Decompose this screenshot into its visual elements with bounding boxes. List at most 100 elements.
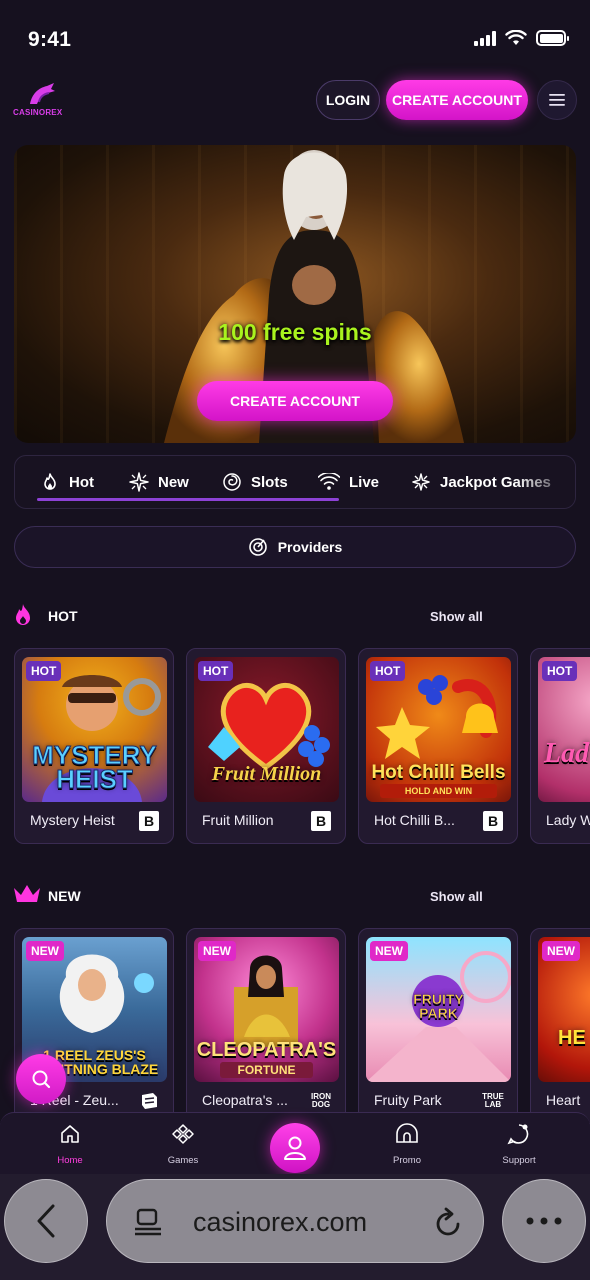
hero-title: 100 free spins (218, 319, 372, 345)
provider-logo: IRON DOG (311, 1092, 331, 1109)
hamburger-icon (549, 94, 565, 106)
game-card-lady-w[interactable]: HOT Lad Lady W (530, 648, 590, 844)
game-art-title: Fruit Million (211, 763, 322, 785)
url-text: casinorex.com (193, 1207, 368, 1237)
game-name: Lady W (546, 812, 590, 828)
hot-badge: HOT (370, 661, 406, 681)
provider-logo: B (311, 811, 331, 831)
menu-button[interactable] (537, 80, 577, 120)
tab-hot-label: Hot (69, 473, 94, 491)
hot-show-all-link[interactable]: Show all (430, 609, 483, 624)
new-badge: NEW (542, 941, 580, 961)
status-bar: 9:41 (0, 0, 590, 78)
hot-flame-icon (16, 604, 30, 625)
crown-icon (14, 885, 40, 902)
game-thumbnail: HOT Hot Chilli Bells HOLD AND WIN (366, 657, 511, 802)
nav-home-label: Home (57, 1155, 83, 1166)
tab-live-label: Live (349, 473, 380, 491)
provider-logo: B (139, 811, 159, 831)
new-badge: NEW (198, 941, 236, 961)
dragon-logo-icon (30, 83, 55, 104)
active-tab-indicator (37, 498, 339, 501)
casinorex-logo[interactable]: CASINOREX (13, 82, 75, 120)
new-badge: NEW (26, 941, 64, 961)
search-icon (32, 1070, 51, 1089)
sparkle-icon (129, 472, 149, 492)
nav-home[interactable]: Home (30, 1123, 110, 1166)
wifi-status-icon (505, 30, 527, 45)
game-thumbnail: NEW HE (538, 937, 590, 1082)
nav-support-label: Support (502, 1155, 536, 1166)
providers-button[interactable]: Providers (14, 526, 576, 568)
new-section-header: NEW Show all (12, 882, 582, 912)
nav-support[interactable]: Support (479, 1123, 559, 1166)
nav-promo[interactable]: Promo (367, 1123, 447, 1166)
cellular-signal-icon (474, 30, 496, 46)
nav-account-button[interactable] (270, 1123, 320, 1173)
site-header: CASINOREX LOGIN CREATE ACCOUNT (0, 78, 590, 122)
hot-badge: HOT (542, 661, 578, 681)
hot-badge: HOT (198, 661, 234, 681)
game-art-subtitle: HOLD AND WIN (380, 784, 497, 798)
game-art-title: Lad (544, 738, 590, 770)
flame-icon (44, 473, 56, 490)
provider-logo: TRUE LAB (482, 1092, 504, 1109)
hot-badge: HOT (26, 661, 62, 681)
more-icon (526, 1217, 562, 1225)
chevron-left-icon (37, 1204, 55, 1238)
star-burst-icon (412, 473, 430, 491)
game-name: Mystery Heist (30, 812, 115, 828)
game-card-fruit-million[interactable]: HOT Fruit Million Fruit Million B (186, 648, 346, 844)
spiral-icon (223, 473, 241, 491)
game-art-title: Hot Chilli Bells (371, 761, 506, 783)
game-thumbnail: HOT Lad (538, 657, 590, 802)
nav-games[interactable]: Games (143, 1123, 223, 1166)
nav-games-label: Games (167, 1155, 199, 1166)
game-card-heart[interactable]: NEW HE Heart (530, 928, 590, 1124)
battery-icon (536, 30, 569, 46)
game-art-subtitle: FORTUNE (220, 1062, 313, 1078)
search-button[interactable] (16, 1054, 66, 1104)
game-thumbnail: NEW FRUITY PARK (366, 937, 511, 1082)
new-badge: NEW (370, 941, 408, 961)
game-thumbnail: HOT Fruit Million (194, 657, 339, 802)
tab-slots-label: Slots (251, 473, 288, 491)
game-name: Heart (546, 1092, 581, 1108)
promo-icon (396, 1123, 418, 1143)
game-thumbnail: NEW CLEOPATRA'S FORTUNE (194, 937, 339, 1082)
tab-new-label: New (158, 473, 189, 491)
game-card-mystery-heist[interactable]: HOT MYSTERY HEIST Mystery Heist B (14, 648, 174, 844)
browser-toolbar: casinorex.com (0, 1174, 590, 1280)
status-icons (474, 30, 569, 46)
hot-section-header: HOT Show all (12, 602, 582, 632)
browser-more-button[interactable] (502, 1179, 586, 1263)
category-tabs: Hot New Slots Live Jackpot Games (14, 455, 576, 509)
game-card-fruity-park[interactable]: NEW FRUITY PARK Fruity Park TRUE LAB (358, 928, 518, 1124)
game-art-title: MYSTERY HEIST (32, 739, 158, 795)
providers-label: Providers (277, 539, 343, 555)
create-account-button[interactable]: CREATE ACCOUNT (386, 80, 528, 120)
game-name: Cleopatra's ... (202, 1092, 288, 1108)
target-icon (248, 538, 267, 556)
reload-icon[interactable] (433, 1206, 463, 1238)
app-root: 9:41 CASINOREX LOGIN CREATE ACCOUNT 100 … (0, 0, 590, 1280)
new-section-title: NEW (48, 888, 81, 904)
game-card-cleopatras-fortune[interactable]: NEW CLEOPATRA'S FORTUNE Cleopatra's ... … (186, 928, 346, 1124)
user-icon (284, 1136, 306, 1160)
hero-create-account-button[interactable]: CREATE ACCOUNT (197, 381, 393, 421)
hero-banner[interactable]: 100 free spins CREATE ACCOUNT (14, 145, 576, 443)
browser-back-button[interactable] (4, 1179, 88, 1263)
bottom-navigation: Home Games Promo Support (0, 1112, 590, 1174)
game-art-title: CLEOPATRA'S (196, 1039, 337, 1061)
new-show-all-link[interactable]: Show all (430, 889, 483, 904)
game-art-title: HE (558, 1027, 586, 1049)
game-name: Fruit Million (202, 812, 274, 828)
url-bar[interactable]: casinorex.com (106, 1179, 484, 1263)
status-time: 9:41 (28, 28, 72, 51)
nav-promo-label: Promo (393, 1155, 421, 1166)
game-card-hot-chilli-bells[interactable]: HOT Hot Chilli Bells HOLD AND WIN Hot Ch… (358, 648, 518, 844)
hot-section-title: HOT (48, 608, 78, 624)
page-menu-icon (135, 1208, 161, 1236)
login-button[interactable]: LOGIN (316, 80, 380, 120)
game-thumbnail: HOT MYSTERY HEIST (22, 657, 167, 802)
